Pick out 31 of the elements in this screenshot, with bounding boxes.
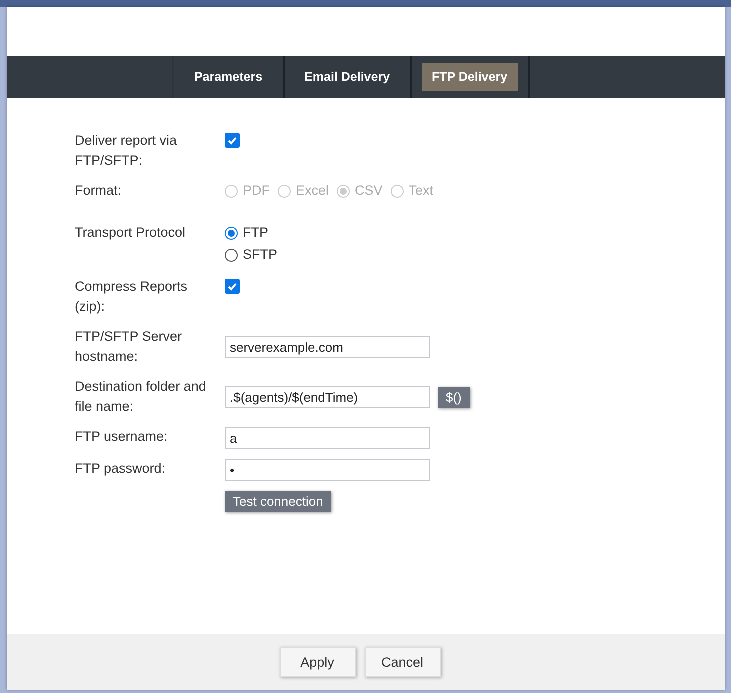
field-label: Deliver report via FTP/SFTP: xyxy=(75,132,178,170)
field-label: Format: xyxy=(75,182,123,200)
field-label: Transport Protocol xyxy=(75,224,187,242)
tab[interactable]: Email Delivery xyxy=(294,63,400,91)
variables-button[interactable]: $() xyxy=(438,386,470,408)
input-field[interactable]: serverexample.com xyxy=(225,336,430,358)
checkmark-icon xyxy=(228,136,237,144)
field-label: FTP/SFTP Server hostname: xyxy=(75,328,184,366)
field-label: Compress Reports (zip): xyxy=(75,278,189,316)
option-label: CSV xyxy=(355,182,383,200)
field-label: FTP password: xyxy=(75,460,167,478)
footer-button[interactable]: Cancel xyxy=(364,647,440,677)
test-connection-button[interactable]: Test connection xyxy=(225,491,332,512)
checkbox[interactable] xyxy=(225,279,240,294)
field-label: Destination folder and file name: xyxy=(75,378,207,416)
footer-button[interactable]: Apply xyxy=(280,647,356,677)
option-label: FTP xyxy=(243,224,268,242)
checkbox[interactable] xyxy=(225,133,240,148)
checkmark-icon xyxy=(228,282,237,290)
input-field[interactable]: a xyxy=(225,427,430,449)
tab[interactable]: Parameters xyxy=(184,63,273,91)
radio-button[interactable] xyxy=(225,226,238,240)
option-label: PDF xyxy=(243,182,270,200)
field-label: FTP username: xyxy=(75,428,169,446)
input-field[interactable]: • xyxy=(225,459,430,481)
input-field[interactable]: .$(agents)/$(endTime) xyxy=(225,386,430,408)
radio-button[interactable] xyxy=(225,248,238,262)
option-label: Excel xyxy=(296,182,330,200)
tab[interactable]: FTP Delivery xyxy=(422,63,518,91)
option-label: Text xyxy=(408,182,434,200)
option-label: SFTP xyxy=(243,246,278,264)
